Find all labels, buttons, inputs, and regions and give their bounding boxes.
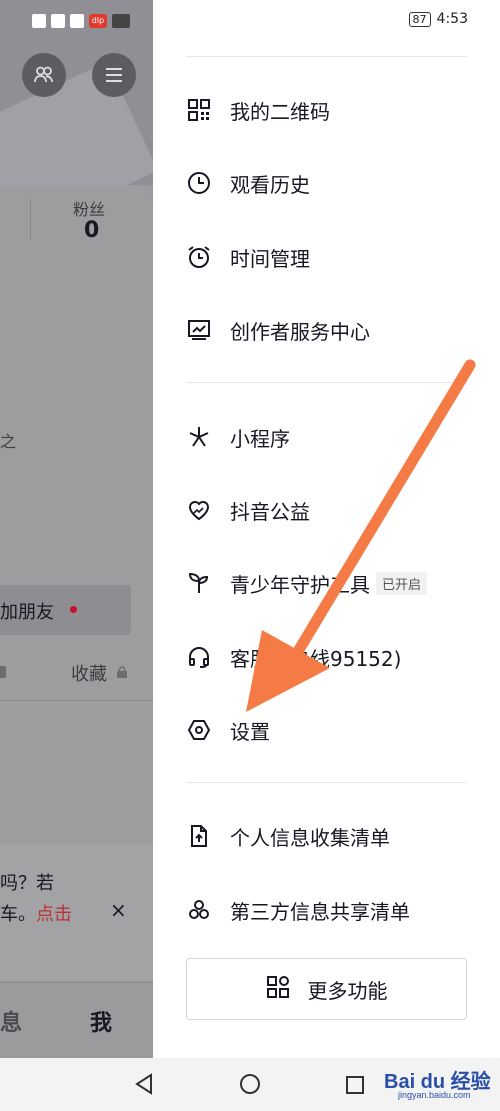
battery-icon: 87 bbox=[408, 11, 431, 27]
settings-hexagon-icon bbox=[186, 717, 212, 743]
friends-icon bbox=[34, 66, 53, 83]
menu-item-third-party-share-list[interactable]: 第三方信息共享清单 bbox=[186, 890, 467, 930]
status-bar-right: 87 4:53 bbox=[408, 11, 468, 27]
stats-divider bbox=[30, 198, 31, 240]
clock-icon bbox=[186, 170, 212, 196]
menu-button[interactable] bbox=[92, 53, 136, 97]
menu-item-label: 青少年守护工具 bbox=[230, 572, 370, 597]
notification-dot bbox=[70, 606, 77, 613]
menu-item-youth-guard[interactable]: 青少年守护工具 已开启 bbox=[186, 563, 467, 603]
menu-item-label: 时间管理 bbox=[230, 246, 310, 271]
status-badge: 已开启 bbox=[376, 571, 428, 595]
app-notification-icon: dlp bbox=[89, 14, 107, 28]
drawer-divider bbox=[186, 382, 467, 383]
tabs-divider bbox=[0, 700, 153, 701]
shield-icon bbox=[70, 14, 84, 28]
back-triangle-icon[interactable] bbox=[133, 1073, 155, 1095]
app-notification-icon-2 bbox=[112, 14, 130, 28]
menu-item-label: 创作者服务中心 bbox=[230, 319, 370, 344]
drawer-divider bbox=[186, 782, 467, 783]
lock-icon bbox=[117, 666, 127, 678]
menu-item-label: 小程序 bbox=[230, 426, 290, 451]
menu-item-label: 客服（热线95152) bbox=[230, 646, 402, 671]
profile-text-fragment: 之 bbox=[0, 432, 17, 451]
clock-time: 4:53 bbox=[436, 11, 468, 27]
sim-icon bbox=[32, 14, 46, 28]
bottom-tab-bar bbox=[0, 982, 153, 1059]
share-circles-icon bbox=[186, 897, 212, 923]
menu-item-label: 我的二维码 bbox=[230, 99, 330, 124]
drawer-divider bbox=[186, 56, 467, 57]
menu-item-label: 设置 bbox=[230, 719, 270, 744]
charity-heart-icon bbox=[186, 497, 212, 523]
wifi-icon bbox=[51, 14, 65, 28]
menu-item-mini-program[interactable]: 小程序 bbox=[186, 417, 467, 457]
qrcode-icon bbox=[186, 97, 212, 123]
menu-item-settings[interactable]: 设置 bbox=[186, 710, 467, 750]
headset-icon bbox=[186, 644, 212, 670]
hamburger-icon bbox=[106, 68, 122, 82]
menu-item-charity[interactable]: 抖音公益 bbox=[186, 490, 467, 530]
menu-item-creator-center[interactable]: 创作者服务中心 bbox=[186, 310, 467, 350]
menu-item-customer-service[interactable]: 客服（热线95152) bbox=[186, 637, 467, 677]
mini-program-icon bbox=[186, 424, 212, 450]
tab-me[interactable]: 我 bbox=[90, 1005, 112, 1037]
friends-button[interactable] bbox=[22, 53, 66, 97]
banner-text-line2: 车。点击 bbox=[0, 900, 72, 926]
banner-click-link[interactable]: 点击 bbox=[36, 904, 72, 925]
tab-messages[interactable]: 消息 bbox=[0, 1005, 22, 1037]
recent-apps-icon[interactable] bbox=[345, 1075, 365, 1095]
banner-text-prefix: 车。 bbox=[0, 904, 36, 925]
watermark-url: jingyan.baidu.com bbox=[398, 1090, 471, 1100]
home-circle-icon[interactable] bbox=[239, 1073, 261, 1095]
menu-item-qrcode[interactable]: 我的二维码 bbox=[186, 90, 467, 130]
lock-icon bbox=[0, 666, 6, 678]
tab-favorites[interactable]: 收藏 bbox=[71, 660, 107, 686]
fans-count[interactable]: 0 bbox=[84, 218, 99, 243]
add-friend-label: 加朋友 bbox=[0, 602, 54, 623]
menu-item-label: 第三方信息共享清单 bbox=[230, 899, 410, 924]
grid-apps-icon bbox=[266, 975, 290, 1003]
menu-item-label: 抖音公益 bbox=[230, 499, 310, 524]
menu-item-time-management[interactable]: 时间管理 bbox=[186, 237, 467, 277]
sprout-icon bbox=[186, 570, 212, 596]
more-features-button[interactable]: 更多功能 bbox=[186, 958, 467, 1020]
menu-item-label: 个人信息收集清单 bbox=[230, 825, 390, 850]
document-icon bbox=[186, 823, 212, 849]
banner-close-button[interactable]: × bbox=[110, 898, 127, 922]
menu-item-watch-history[interactable]: 观看历史 bbox=[186, 163, 467, 203]
menu-item-label: 观看历史 bbox=[230, 172, 310, 197]
menu-item-personal-info-list[interactable]: 个人信息收集清单 bbox=[186, 816, 467, 856]
fans-label: 粉丝 bbox=[73, 200, 106, 219]
banner-text-line1: 吗？若 bbox=[0, 873, 54, 894]
more-features-label: 更多功能 bbox=[307, 978, 388, 1003]
creator-chart-icon bbox=[186, 317, 212, 343]
alarm-icon bbox=[186, 244, 212, 270]
status-bar-left-icons: dlp bbox=[32, 12, 130, 30]
